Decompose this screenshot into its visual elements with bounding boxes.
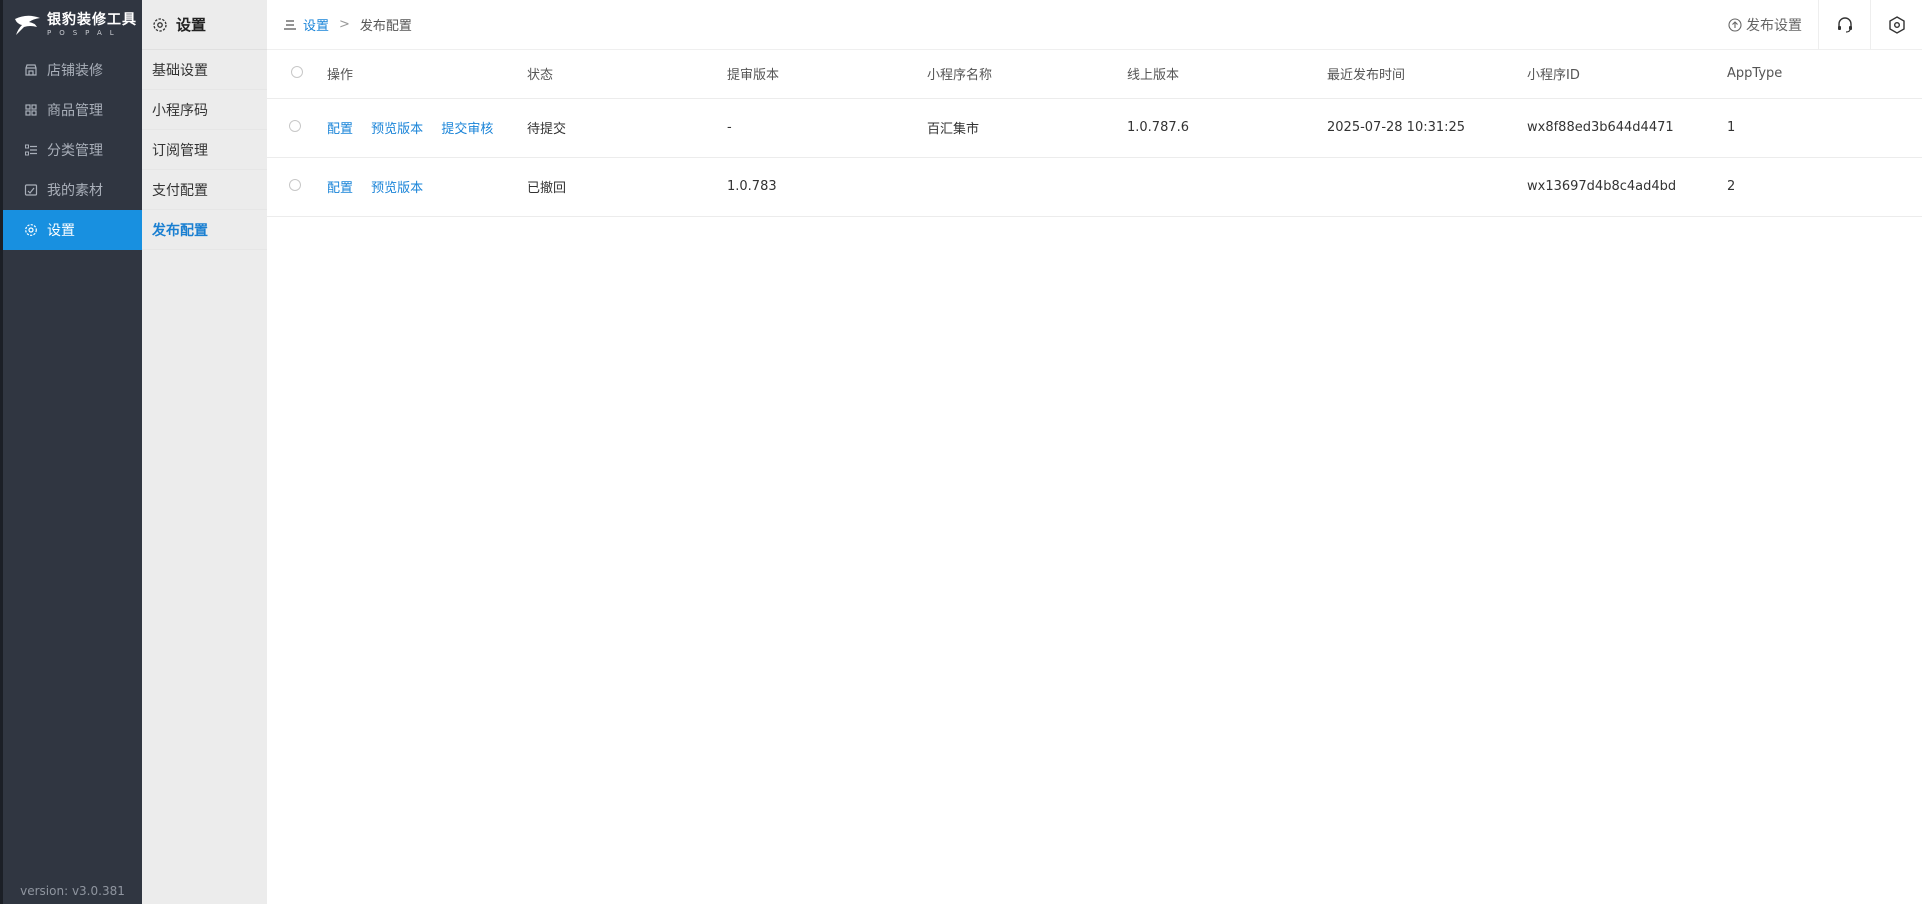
app-id-cell: wx8f88ed3b644d4471 [1527, 98, 1727, 158]
header-status: 状态 [527, 50, 727, 99]
subnav-item-payment[interactable]: 支付配置 [142, 170, 267, 210]
status-cell: 待提交 [527, 98, 727, 158]
version-label: version: v3.0.381 [20, 884, 125, 898]
publish-config-table: 操作 状态 提审版本 小程序名称 线上版本 最近发布时间 小程序ID AppTy… [267, 50, 1922, 217]
sidebar-item-label: 商品管理 [47, 103, 103, 119]
subnav-item-publish-config[interactable]: 发布配置 [142, 210, 267, 250]
header-app-type: AppType [1727, 50, 1922, 99]
gear-icon [23, 222, 39, 238]
header-review-version: 提审版本 [727, 50, 927, 99]
app-name-cell [927, 157, 1127, 217]
header-app-name: 小程序名称 [927, 50, 1127, 99]
breadcrumb-parent-link[interactable]: 设置 [303, 15, 329, 34]
sidebar-item-store-decoration[interactable]: 店铺装修 [3, 50, 142, 90]
config-link[interactable]: 配置 [327, 122, 353, 137]
store-icon [23, 62, 39, 78]
row-checkbox[interactable] [289, 178, 301, 191]
top-actions: 发布设置 [1712, 0, 1922, 50]
review-version-cell: 1.0.783 [727, 157, 927, 217]
online-version-cell: 1.0.787.6 [1127, 98, 1327, 158]
preview-version-link[interactable]: 预览版本 [371, 181, 423, 196]
sidebar-item-materials[interactable]: 我的素材 [3, 170, 142, 210]
app-id-cell: wx13697d4b8c4ad4bd [1527, 157, 1727, 217]
online-version-cell [1127, 157, 1327, 217]
upload-circle-icon [1728, 18, 1742, 32]
table-header-row: 操作 状态 提审版本 小程序名称 线上版本 最近发布时间 小程序ID AppTy… [267, 50, 1922, 99]
logo-title: 银豹装修工具 [47, 12, 137, 28]
header-app-id: 小程序ID [1527, 50, 1727, 99]
sidebar-item-settings[interactable]: 设置 [3, 210, 142, 250]
select-all-checkbox[interactable] [291, 65, 303, 78]
subnav-item-label: 小程序码 [152, 102, 208, 119]
header-online-version: 线上版本 [1127, 50, 1327, 99]
preview-version-link[interactable]: 预览版本 [371, 122, 423, 137]
gear-icon [152, 17, 168, 33]
subnav-title-text: 设置 [176, 16, 207, 34]
sidebar-item-label: 分类管理 [47, 143, 103, 159]
main-content: 设置 > 发布配置 发布设置 操作 状态 提审版本 小程序名称 线上版本 最近发… [267, 0, 1922, 904]
settings-subnav: 设置 基础设置 小程序码 订阅管理 支付配置 发布配置 [142, 0, 267, 904]
grid-icon [23, 102, 39, 118]
review-version-cell: - [727, 98, 927, 158]
breadcrumb-separator: > [339, 17, 350, 32]
top-bar: 设置 > 发布配置 发布设置 [267, 0, 1922, 50]
subnav-item-label: 发布配置 [152, 222, 208, 239]
headset-icon [1837, 17, 1852, 33]
subnav-item-label: 支付配置 [152, 182, 208, 199]
subnav-item-subscription[interactable]: 订阅管理 [142, 130, 267, 170]
breadcrumb-current: 发布配置 [359, 19, 412, 34]
subnav-item-label: 基础设置 [152, 62, 208, 79]
table-row: 配置 预览版本 提交审核 待提交 - 百汇集市 1.0.787.6 2025-0… [267, 98, 1922, 158]
publish-settings-label: 发布设置 [1746, 18, 1802, 34]
support-button[interactable] [1818, 0, 1870, 50]
subnav-title: 设置 [142, 0, 267, 50]
sidebar-item-categories[interactable]: 分类管理 [3, 130, 142, 170]
app-type-cell: 2 [1727, 157, 1922, 217]
table-row: 配置 预览版本 已撤回 1.0.783 wx13697d4b8c4ad4bd 2 [267, 157, 1922, 217]
last-publish-cell: 2025-07-28 10:31:25 [1327, 98, 1527, 158]
app-logo[interactable]: 银豹装修工具 POSPAL [3, 0, 142, 50]
settings-button[interactable] [1870, 0, 1922, 50]
app-type-cell: 1 [1727, 98, 1922, 158]
subnav-item-label: 订阅管理 [152, 142, 208, 159]
logo-subtitle: POSPAL [47, 29, 122, 37]
last-publish-cell [1327, 157, 1527, 217]
list-icon [23, 142, 39, 158]
config-link[interactable]: 配置 [327, 181, 353, 196]
sidebar-item-products[interactable]: 商品管理 [3, 90, 142, 130]
subnav-item-basic-settings[interactable]: 基础设置 [142, 50, 267, 90]
logo-icon [15, 15, 40, 35]
menu-toggle-icon[interactable] [283, 19, 297, 31]
hexagon-settings-icon [1888, 16, 1905, 34]
publish-settings-button[interactable]: 发布设置 [1712, 0, 1818, 50]
app-name-cell: 百汇集市 [927, 98, 1127, 158]
breadcrumb: 设置 > 发布配置 [283, 15, 412, 34]
main-sidebar: 银豹装修工具 POSPAL 店铺装修 商品管理 分类管理 我的素材 设置 ver… [0, 0, 142, 904]
sidebar-item-label: 店铺装修 [47, 63, 103, 79]
image-icon [23, 182, 39, 198]
sidebar-item-label: 我的素材 [47, 183, 103, 199]
status-cell: 已撤回 [527, 157, 727, 217]
header-last-publish: 最近发布时间 [1327, 50, 1527, 99]
header-actions: 操作 [327, 50, 527, 99]
sidebar-item-label: 设置 [47, 223, 75, 239]
row-checkbox[interactable] [289, 119, 301, 132]
subnav-item-miniapp-code[interactable]: 小程序码 [142, 90, 267, 130]
submit-review-link[interactable]: 提交审核 [441, 122, 493, 137]
